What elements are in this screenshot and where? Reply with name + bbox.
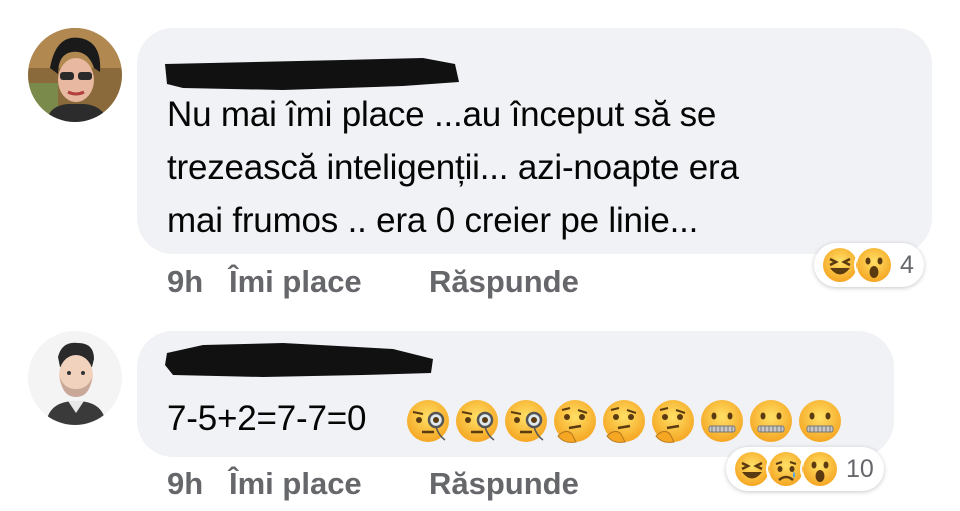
woman-sunglasses-avatar-icon bbox=[28, 28, 122, 122]
comment-1-text: Nu mai îmi place ...au început să se tre… bbox=[167, 95, 739, 240]
zipper-mouth-face-icon bbox=[799, 400, 841, 442]
redacted-name-1 bbox=[165, 58, 459, 90]
thinking-face-icon bbox=[652, 400, 694, 443]
thinking-face-icon bbox=[554, 400, 596, 443]
man-cartoon-avatar-icon bbox=[28, 331, 122, 425]
comment-1-reply-button[interactable]: Răspunde bbox=[429, 264, 579, 300]
comment-2-like-button[interactable]: Îmi place bbox=[229, 466, 429, 502]
comment-2-reactions[interactable]: 10 bbox=[726, 447, 884, 491]
redacted-name-2 bbox=[165, 343, 433, 377]
wow-reaction-icon bbox=[854, 245, 894, 285]
comment-2-text: 7-5+2=7-7=0 bbox=[167, 399, 367, 438]
face-with-monocle-icon bbox=[456, 400, 498, 442]
commenter-2-avatar[interactable] bbox=[28, 331, 122, 425]
face-with-monocle-icon bbox=[505, 400, 547, 442]
comment-1-time[interactable]: 9h bbox=[167, 264, 229, 300]
zipper-mouth-face-icon bbox=[701, 400, 743, 442]
comment-2-reply-button[interactable]: Răspunde bbox=[429, 466, 579, 502]
comment-2-reaction-count: 10 bbox=[846, 454, 874, 483]
thinking-face-icon bbox=[603, 400, 645, 443]
comment-1-like-button[interactable]: Îmi place bbox=[229, 264, 429, 300]
comment-1-reaction-count: 4 bbox=[900, 250, 914, 279]
commenter-1-avatar[interactable] bbox=[28, 28, 122, 122]
comment-1-reactions[interactable]: 4 bbox=[814, 243, 924, 287]
comment-1-actions: 9h Îmi place Răspunde bbox=[167, 264, 579, 300]
comment-2-emoji-row bbox=[405, 398, 846, 444]
comment-2-time[interactable]: 9h bbox=[167, 466, 229, 502]
face-with-monocle-icon bbox=[407, 400, 449, 442]
wow-reaction-icon bbox=[800, 449, 840, 489]
zipper-mouth-face-icon bbox=[750, 400, 792, 442]
comment-2-actions: 9h Îmi place Răspunde bbox=[167, 466, 579, 502]
